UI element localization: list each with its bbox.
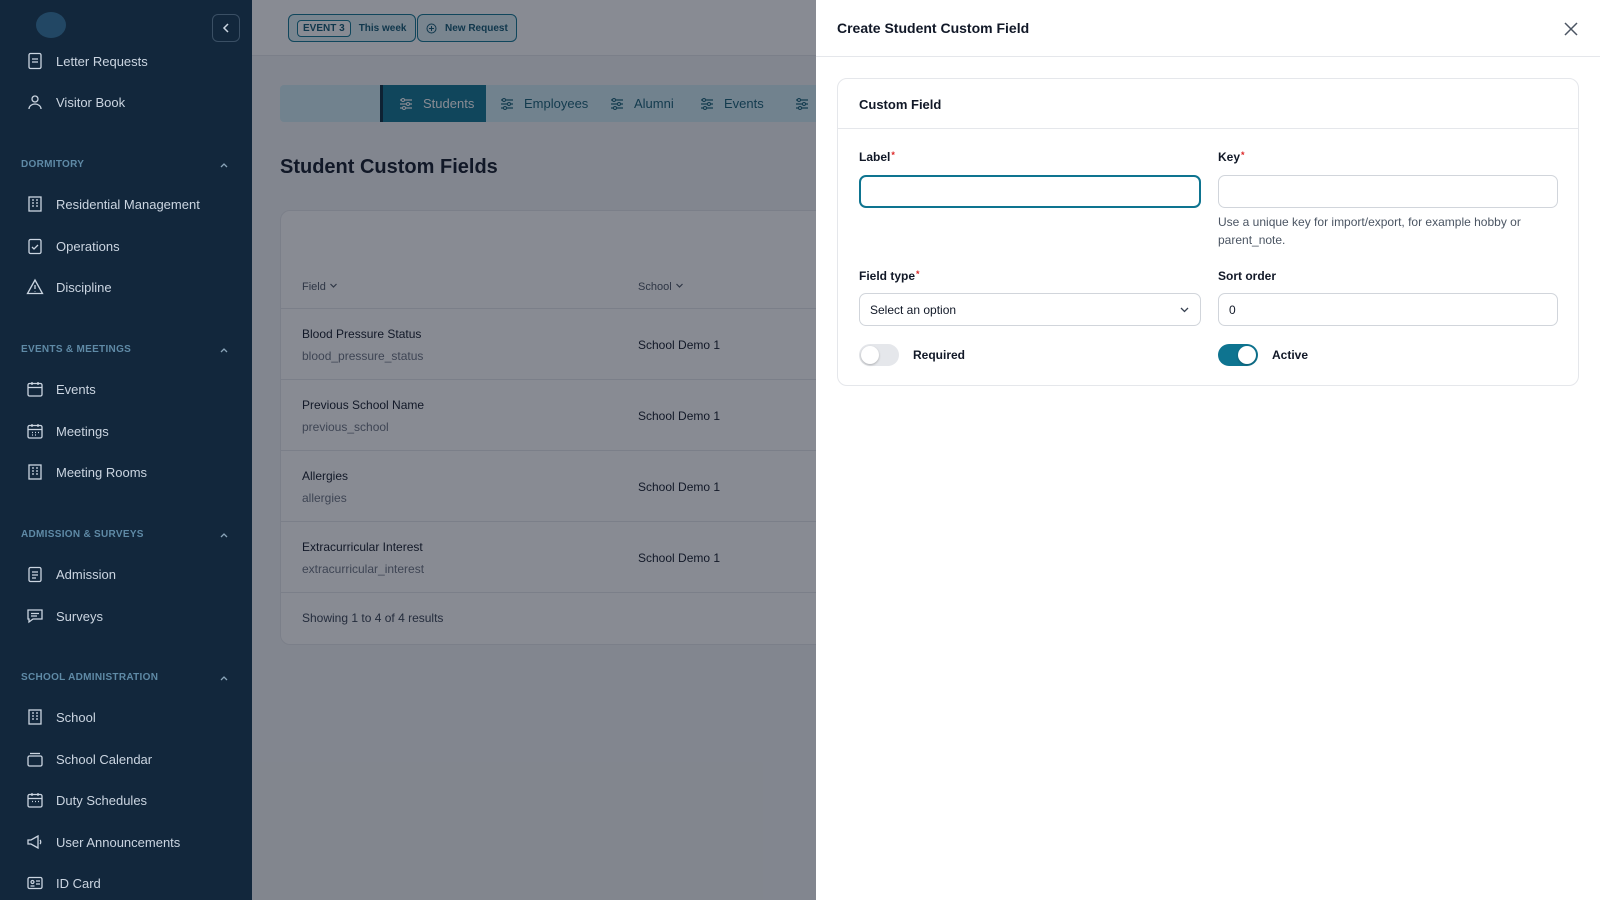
- chevron-up-icon: [220, 675, 228, 680]
- sidebar-item-events[interactable]: Events: [26, 380, 96, 398]
- megaphone-icon: [26, 833, 44, 851]
- sidebar-item-admission[interactable]: Admission: [26, 565, 116, 583]
- building-icon: [26, 708, 44, 726]
- building-icon: [26, 195, 44, 213]
- sort-order-label: Sort order: [1218, 269, 1277, 283]
- toggle-knob: [861, 346, 879, 364]
- key-field-label: Key*: [1218, 150, 1245, 164]
- calendar-grid-icon: [26, 791, 44, 809]
- sidebar-item-label: Visitor Book: [56, 94, 126, 110]
- sidebar-item-label: Surveys: [56, 608, 103, 624]
- close-icon: [1564, 22, 1578, 36]
- calendar-grid-icon: [26, 422, 44, 440]
- sidebar-item-label: Admission: [56, 566, 116, 582]
- key-input[interactable]: [1218, 175, 1558, 208]
- active-toggle[interactable]: [1218, 344, 1258, 366]
- required-toggle[interactable]: [859, 344, 899, 366]
- key-help-text: Use a unique key for import/export, for …: [1218, 215, 1521, 247]
- letter-icon: [26, 52, 44, 70]
- label-field-label: Label*: [859, 150, 895, 164]
- chat-icon: [26, 607, 44, 625]
- active-toggle-label: Active: [1272, 348, 1309, 362]
- sidebar-item-label: Discipline: [56, 279, 112, 295]
- section-admission-surveys[interactable]: ADMISSION & SURVEYS: [21, 529, 229, 540]
- sidebar-item-school[interactable]: School: [26, 708, 96, 726]
- custom-field-section: Custom Field Label* Key* Use a unique ke…: [837, 78, 1579, 386]
- clipboard-check-icon: [26, 237, 44, 255]
- required-asterisk: *: [1241, 150, 1245, 160]
- sidebar-item-id-card[interactable]: ID Card: [26, 874, 101, 892]
- sidebar-item-label: Meetings: [56, 423, 109, 439]
- sidebar-item-label: Meeting Rooms: [56, 464, 148, 480]
- sidebar-item-school-calendar[interactable]: School Calendar: [26, 750, 152, 768]
- chevron-up-icon: [220, 532, 228, 537]
- chevron-left-icon: [222, 23, 229, 33]
- panel-header: Create Student Custom Field: [816, 0, 1600, 57]
- section-header: Custom Field: [838, 79, 1578, 129]
- visitors-icon: [26, 93, 44, 111]
- sidebar: Letter Requests Visitor Book DORMITORY R…: [0, 0, 252, 900]
- sidebar-item-residential-management[interactable]: Residential Management: [26, 195, 200, 213]
- sidebar-item-operations[interactable]: Operations: [26, 237, 120, 255]
- section-title: Custom Field: [859, 97, 942, 112]
- sidebar-item-meeting-rooms[interactable]: Meeting Rooms: [26, 463, 147, 481]
- warning-icon: [26, 278, 44, 296]
- field-type-select[interactable]: Select an option: [859, 293, 1201, 326]
- label-input[interactable]: [859, 175, 1201, 208]
- create-custom-field-panel: Create Student Custom Field Custom Field…: [816, 0, 1600, 900]
- sidebar-item-letter-requests[interactable]: Letter Requests: [26, 52, 148, 70]
- school-logo: [36, 12, 66, 38]
- clipboard-icon: [26, 565, 44, 583]
- field-type-label: Field type*: [859, 269, 920, 283]
- sidebar-item-meetings[interactable]: Meetings: [26, 422, 109, 440]
- required-asterisk: *: [891, 150, 895, 160]
- sort-order-input[interactable]: 0: [1218, 293, 1558, 326]
- field-type-value: Select an option: [870, 302, 957, 317]
- toggle-knob: [1238, 346, 1256, 364]
- sidebar-item-duty-schedules[interactable]: Duty Schedules: [26, 791, 147, 809]
- required-toggle-label: Required: [913, 348, 966, 362]
- sidebar-item-discipline[interactable]: Discipline: [26, 278, 112, 296]
- sidebar-item-label: Events: [56, 381, 96, 397]
- sidebar-item-label: ID Card: [56, 875, 101, 891]
- section-dormitory[interactable]: DORMITORY: [21, 159, 229, 170]
- sidebar-item-surveys[interactable]: Surveys: [26, 607, 103, 625]
- sidebar-item-label: Letter Requests: [56, 53, 148, 69]
- section-events-meetings[interactable]: EVENTS & MEETINGS: [21, 344, 229, 355]
- close-button[interactable]: [1560, 18, 1582, 40]
- chevron-down-icon: [1180, 307, 1189, 313]
- sidebar-item-user-announcements[interactable]: User Announcements: [26, 833, 180, 851]
- chevron-up-icon: [220, 347, 228, 352]
- sidebar-item-label: School Calendar: [56, 751, 153, 767]
- panel-title: Create Student Custom Field: [837, 20, 1030, 36]
- sidebar-item-label: Residential Management: [56, 196, 200, 212]
- sidebar-item-label: User Announcements: [56, 834, 181, 850]
- chevron-up-icon: [220, 162, 228, 167]
- required-asterisk: *: [916, 269, 920, 279]
- sidebar-item-label: Operations: [56, 238, 120, 254]
- section-school-administration[interactable]: SCHOOL ADMINISTRATION: [21, 672, 229, 683]
- id-card-icon: [26, 874, 44, 892]
- sidebar-item-visitor-book[interactable]: Visitor Book: [26, 93, 125, 111]
- sidebar-item-label: Duty Schedules: [56, 792, 148, 808]
- sidebar-item-label: School: [56, 709, 96, 725]
- stack-icon: [26, 750, 44, 768]
- building-icon: [26, 463, 44, 481]
- calendar-icon: [26, 380, 44, 398]
- collapse-sidebar-button[interactable]: [212, 14, 240, 42]
